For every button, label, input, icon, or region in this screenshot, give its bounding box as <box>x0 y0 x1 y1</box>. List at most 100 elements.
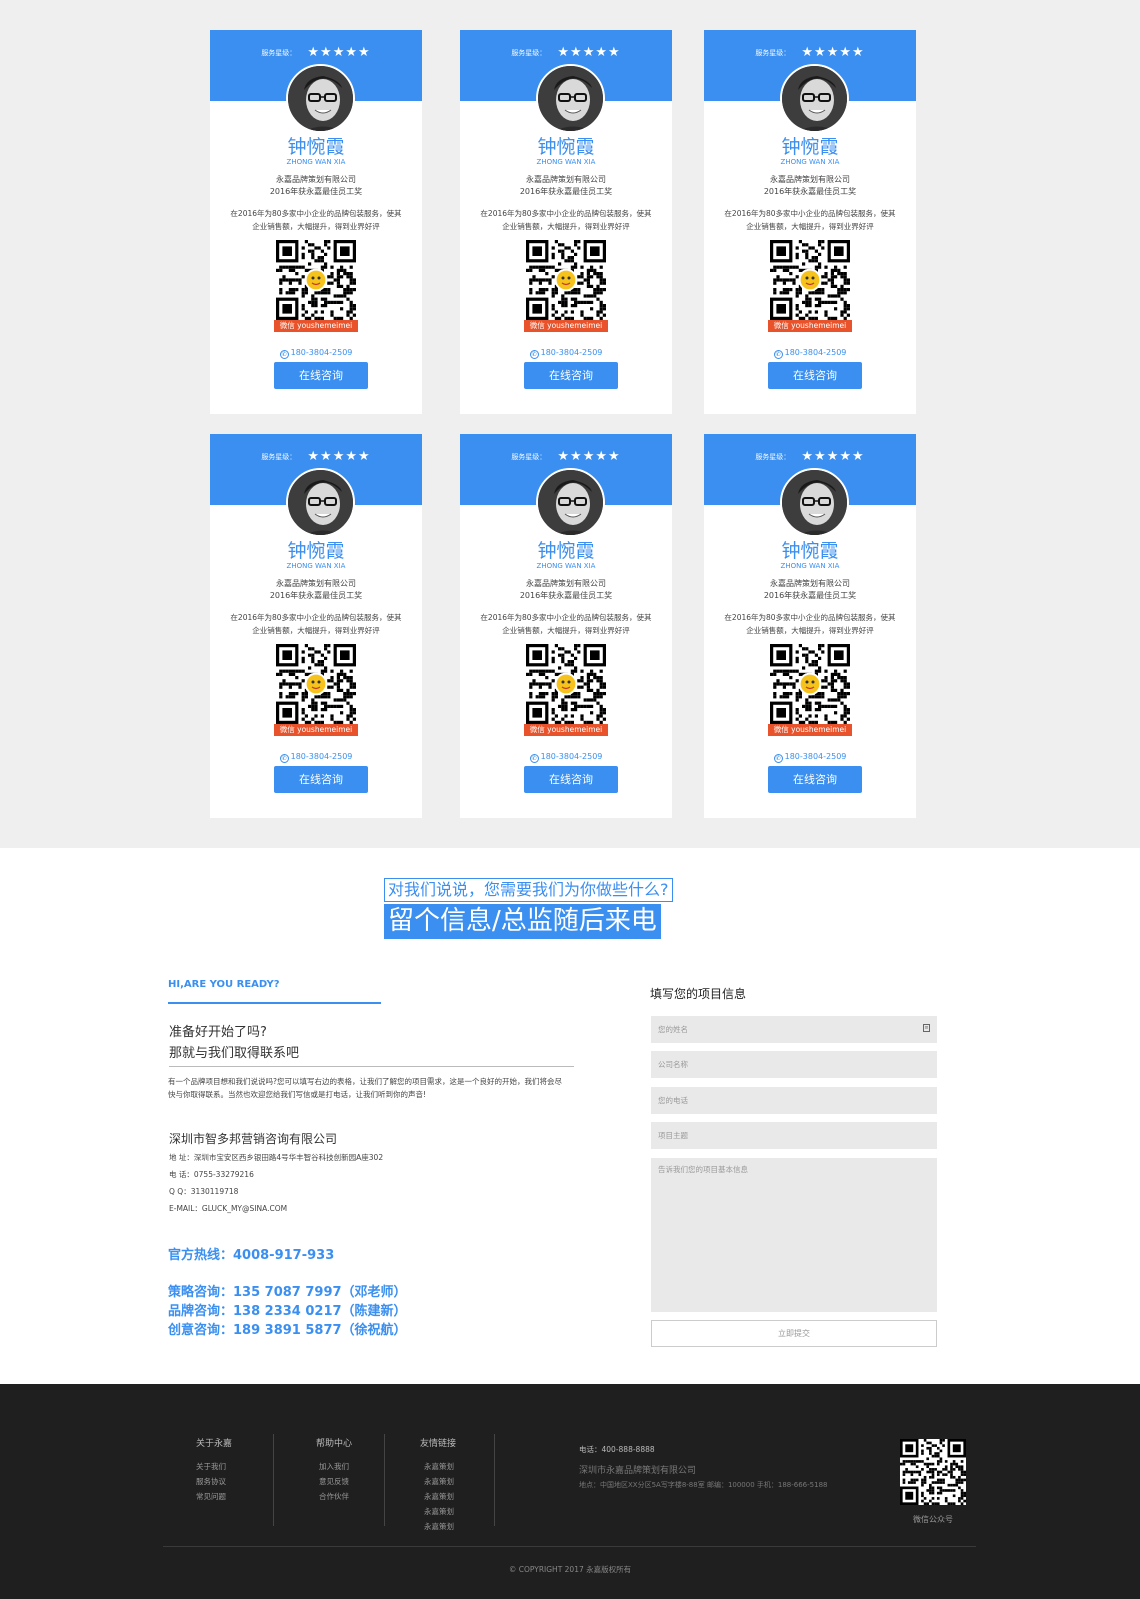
wechat-qr-code <box>276 644 356 724</box>
online-consult-button[interactable]: 在线咨询 <box>768 362 862 389</box>
phone-icon: ✆ <box>279 350 289 359</box>
service-rating-label: 服务星级： <box>261 452 297 461</box>
consultant-avatar <box>536 64 605 133</box>
company-qq: Q Q：3130119718 <box>169 1187 239 1196</box>
footer-divider <box>273 1434 274 1526</box>
consultant-name: 钟惋霞 <box>781 136 839 158</box>
wechat-public-label: 微信公众号 <box>913 1515 953 1524</box>
consultant-award: 2016年获永嘉最佳员工奖 <box>269 187 363 196</box>
star-rating-icon: ★★★★★ <box>307 45 371 60</box>
submit-button[interactable]: 立即提交 <box>651 1320 937 1347</box>
service-rating-label: 服务星级： <box>755 48 791 57</box>
official-hotline: 官方热线：4008-917-933 <box>168 1248 335 1263</box>
online-consult-button[interactable]: 在线咨询 <box>524 362 618 389</box>
online-consult-button[interactable]: 在线咨询 <box>274 362 368 389</box>
consultant-company: 永嘉品牌策划有限公司 <box>770 175 850 184</box>
consultant-company: 永嘉品牌策划有限公司 <box>526 579 606 588</box>
consultant-award: 2016年获永嘉最佳员工奖 <box>519 187 613 196</box>
footer-link[interactable]: 服务协议 <box>196 1476 226 1487</box>
project-info-textarea[interactable] <box>651 1158 937 1312</box>
footer-link[interactable]: 永嘉策划 <box>424 1476 454 1487</box>
consultant-name: 钟惋霞 <box>537 136 595 158</box>
subject-input[interactable] <box>651 1122 937 1149</box>
company-name: 深圳市智多邦营销咨询有限公司 <box>169 1132 338 1146</box>
footer-tel: 电话：400-888-8888 <box>579 1445 655 1454</box>
consultant-phone-number: 180-3804-2509 <box>784 348 847 357</box>
footer-link[interactable]: 永嘉策划 <box>424 1461 454 1472</box>
name-input[interactable] <box>651 1016 937 1043</box>
consultant-description: 在2016年为80多家中小企业的品牌包装服务，使其企业销售额，大幅提升，得到业界… <box>480 613 652 635</box>
consultant-award: 2016年获永嘉最佳员工奖 <box>269 591 363 600</box>
phone-icon: ✆ <box>279 754 289 763</box>
consultant-description: 在2016年为80多家中小企业的品牌包装服务，使其企业销售额，大幅提升，得到业界… <box>230 613 402 635</box>
service-rating-label: 服务星级： <box>261 48 297 57</box>
consultant-phone-number: 180-3804-2509 <box>540 348 603 357</box>
consultant-phone: ✆ 180-3804-2509 <box>460 752 672 763</box>
consultant-phone: ✆ 180-3804-2509 <box>704 752 916 763</box>
consultant-pinyin: ZHONG WAN XIA <box>780 562 840 570</box>
phone-icon: ✆ <box>773 754 783 763</box>
footer-link[interactable]: 意见反馈 <box>319 1476 349 1487</box>
copyright: © COPYRIGHT 2017 永嘉版权所有 <box>508 1565 632 1574</box>
consultant-avatar <box>286 468 355 537</box>
footer-link[interactable]: 合作伙伴 <box>319 1491 349 1502</box>
consultant-description: 在2016年为80多家中小企业的品牌包装服务，使其企业销售额，大幅提升，得到业界… <box>724 613 896 635</box>
star-rating-icon: ★★★★★ <box>557 45 621 60</box>
star-rating-icon: ★★★★★ <box>557 449 621 464</box>
consultant-avatar <box>286 64 355 133</box>
company-email: E-MAIL：GLUCK_MY@SINA.COM <box>169 1204 288 1213</box>
consultant-award: 2016年获永嘉最佳员工奖 <box>519 591 613 600</box>
service-rating-label: 服务星级： <box>511 48 547 57</box>
consultant-description: 在2016年为80多家中小企业的品牌包装服务，使其企业销售额，大幅提升，得到业界… <box>480 209 652 231</box>
footer-link[interactable]: 永嘉策划 <box>424 1506 454 1517</box>
consultant-company: 永嘉品牌策划有限公司 <box>276 175 356 184</box>
wechat-qr-code <box>526 644 606 724</box>
star-rating-icon: ★★★★★ <box>801 45 865 60</box>
footer-link[interactable]: 加入我们 <box>319 1461 349 1472</box>
hi-ready-heading: HI,ARE YOU READY? <box>168 979 280 990</box>
strategy-consult: 策略咨询：135 7087 7997（邓老师） <box>168 1285 407 1300</box>
creative-consult: 创意咨询：189 3891 5877（徐祝航） <box>168 1323 407 1338</box>
ready-question: 准备好开始了吗? <box>169 1025 267 1040</box>
star-rating-icon: ★★★★★ <box>307 449 371 464</box>
footer-link[interactable]: 常见问题 <box>196 1491 226 1502</box>
company-input[interactable] <box>651 1051 937 1078</box>
wechat-qr-code <box>276 240 356 320</box>
footer-about-title: 关于永嘉 <box>196 1439 233 1449</box>
phone-icon: ✆ <box>529 350 539 359</box>
consultant-phone-number: 180-3804-2509 <box>290 348 353 357</box>
consultant-phone: ✆ 180-3804-2509 <box>704 348 916 359</box>
footer-link[interactable]: 关于我们 <box>196 1461 226 1472</box>
consultant-avatar <box>780 468 849 537</box>
cta-question: 对我们说说，您需要我们为你做些什么? <box>384 878 673 902</box>
consultant-name: 钟惋霞 <box>537 540 595 562</box>
phone-icon: ✆ <box>773 350 783 359</box>
consultant-phone: ✆ 180-3804-2509 <box>210 752 422 763</box>
company-address: 地 址：深圳市宝安区西乡银田路4号华丰智谷科技创新园A座302 <box>169 1153 384 1162</box>
footer-link[interactable]: 永嘉策划 <box>424 1491 454 1502</box>
consultant-pinyin: ZHONG WAN XIA <box>536 158 596 166</box>
consultant-name: 钟惋霞 <box>781 540 839 562</box>
consultant-pinyin: ZHONG WAN XIA <box>286 158 346 166</box>
footer-help-title: 帮助中心 <box>316 1439 353 1449</box>
consultant-phone-number: 180-3804-2509 <box>540 752 603 761</box>
consultant-phone: ✆ 180-3804-2509 <box>460 348 672 359</box>
contact-section: 对我们说说，您需要我们为你做些什么? 留个信息/总监随后来电 HI,ARE YO… <box>0 848 1140 1384</box>
consultant-pinyin: ZHONG WAN XIA <box>286 562 346 570</box>
wechat-qr-code <box>770 644 850 724</box>
footer: 关于永嘉 关于我们 服务协议 常见问题 帮助中心 加入我们 意见反馈 合作伙伴 … <box>0 1384 1140 1599</box>
wechat-id-badge: 微信 youshemeimei <box>768 320 852 332</box>
online-consult-button[interactable]: 在线咨询 <box>274 766 368 793</box>
consultant-card: 服务星级： ★★★★★ 钟惋霞 ZHONG WAN XIA 永嘉品牌策划有限公司… <box>704 30 916 414</box>
phone-input[interactable] <box>651 1087 937 1114</box>
footer-divider-line <box>163 1546 976 1547</box>
star-rating-icon: ★★★★★ <box>801 449 865 464</box>
footer-link[interactable]: 永嘉策划 <box>424 1521 454 1532</box>
service-rating-label: 服务星级： <box>511 452 547 461</box>
wechat-qr-code <box>770 240 850 320</box>
online-consult-button[interactable]: 在线咨询 <box>524 766 618 793</box>
consultant-company: 永嘉品牌策划有限公司 <box>770 579 850 588</box>
consultant-card: 服务星级： ★★★★★ 钟惋霞 ZHONG WAN XIA 永嘉品牌策划有限公司… <box>210 434 422 818</box>
online-consult-button[interactable]: 在线咨询 <box>768 766 862 793</box>
footer-divider <box>384 1434 385 1526</box>
